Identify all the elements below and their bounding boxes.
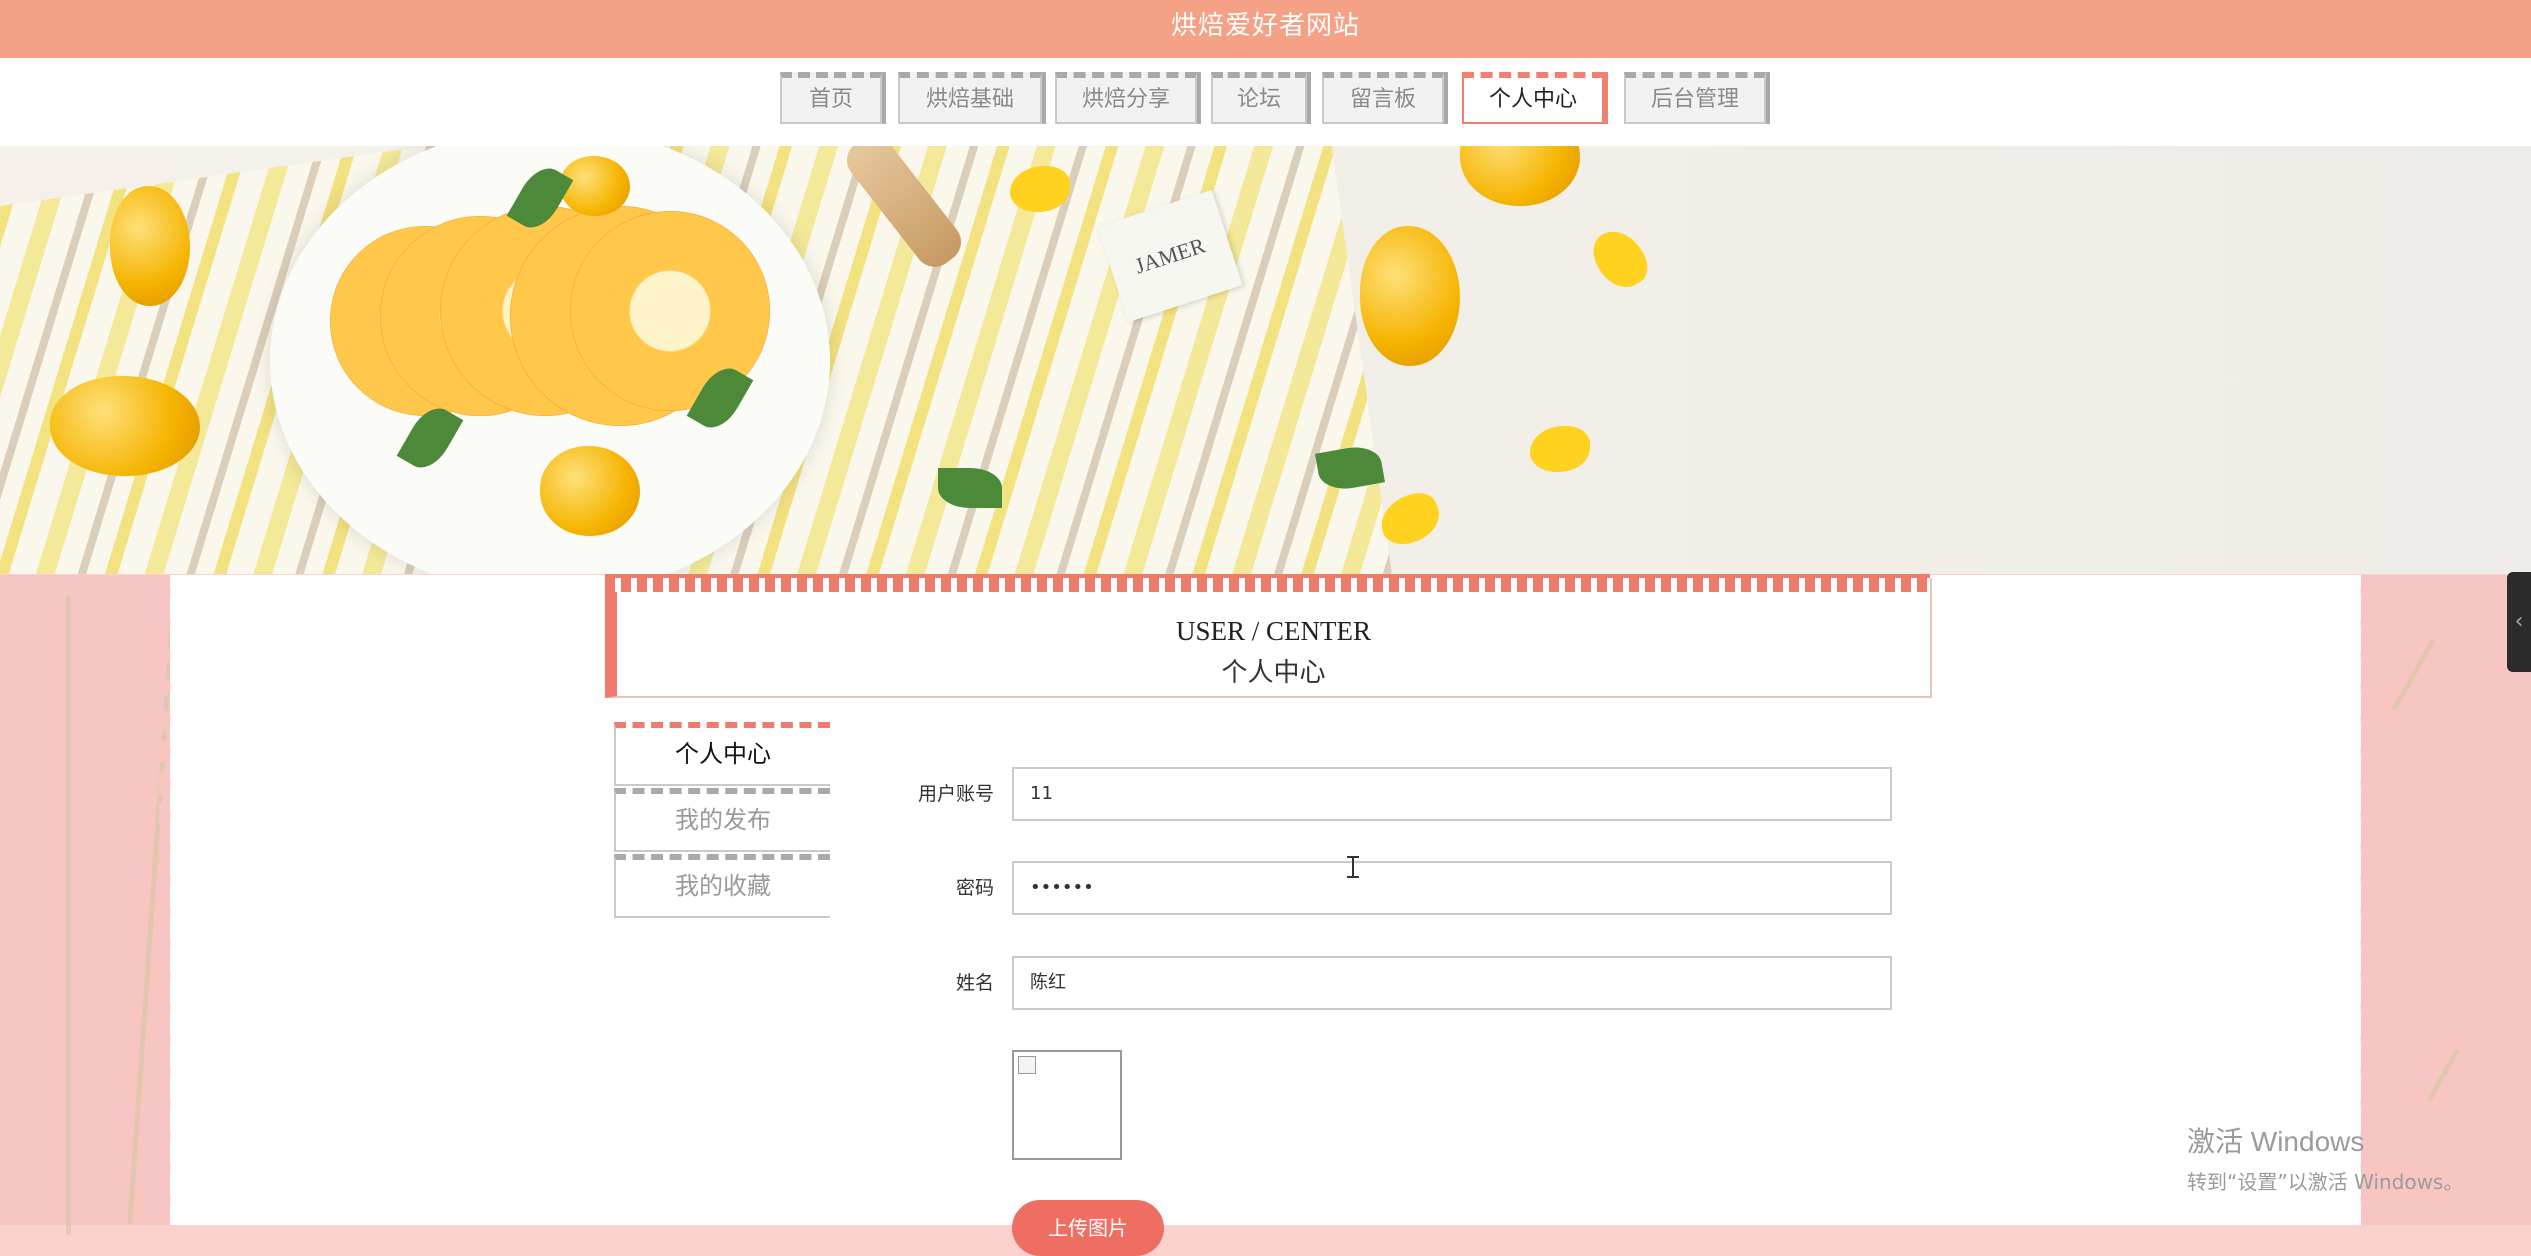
account-input[interactable]: 11 [1012,767,1892,821]
site-header: 烘焙爱好者网站 [0,0,2531,58]
sidebar-item-user-center[interactable]: 个人中心 [614,722,830,786]
windows-activation-watermark: 激活 Windows 转到“设置”以激活 Windows。 [2187,1120,2463,1195]
banner-image: JAMER [0,146,2531,574]
left-decoration [0,575,180,1235]
section-title-en: USER / CENTER [1175,616,1371,646]
sidebar-item-my-posts[interactable]: 我的发布 [614,788,830,852]
password-row: 密码 •••••• [880,861,1892,915]
user-sidebar-menu: 个人中心 我的发布 我的收藏 [614,722,830,920]
watermark-subtitle: 转到“设置”以激活 Windows。 [2187,1170,2464,1194]
name-label: 姓名 [955,972,994,994]
upload-image-button[interactable]: 上传图片 [1012,1200,1164,1256]
main-nav: 首页 烘焙基础 烘焙分享 论坛 留言板 个人中心 后台管理 [0,58,2531,146]
nav-user-center[interactable]: 个人中心 [1462,72,1604,124]
nav-home[interactable]: 首页 [780,72,882,124]
watermark-title: 激活 Windows [2187,1126,2365,1157]
name-input[interactable]: 陈红 [1012,956,1892,1010]
name-row: 姓名 陈红 [880,956,1892,1010]
upload-button-label: 上传图片 [1048,1216,1128,1240]
account-row: 用户账号 11 [880,767,1892,821]
avatar-image-placeholder [1012,1050,1122,1160]
section-title-box: USER / CENTER 个人中心 [605,574,1932,698]
password-input[interactable]: •••••• [1012,861,1892,915]
nav-forum[interactable]: 论坛 [1211,72,1307,124]
sidebar-item-my-favorites[interactable]: 我的收藏 [614,854,830,918]
nav-message-board[interactable]: 留言板 [1322,72,1444,124]
nav-baking-share[interactable]: 烘焙分享 [1055,72,1197,124]
nav-admin[interactable]: 后台管理 [1624,72,1766,124]
account-label: 用户账号 [917,783,994,805]
password-label: 密码 [955,877,994,899]
section-title-cn: 个人中心 [1221,658,1326,688]
nav-baking-basics[interactable]: 烘焙基础 [898,72,1042,124]
text-cursor-icon [1347,856,1359,878]
site-title: 烘焙爱好者网站 [1170,11,1360,41]
side-collapse-tab[interactable]: ‹ [2507,572,2531,672]
